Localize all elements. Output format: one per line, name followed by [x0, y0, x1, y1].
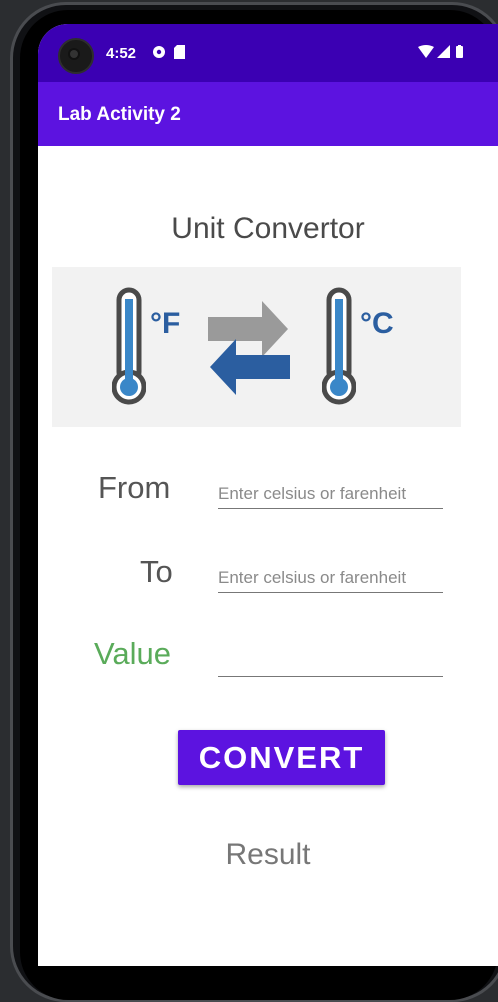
to-label: To — [140, 554, 173, 589]
from-label: From — [98, 470, 171, 505]
app-bar: Lab Activity 2 — [38, 82, 498, 146]
from-input[interactable]: Enter celsius or farenheit — [218, 474, 443, 509]
front-camera — [58, 38, 94, 74]
value-input[interactable] — [218, 642, 443, 677]
celsius-label: °C — [360, 307, 394, 340]
wifi-icon — [418, 45, 434, 61]
thermometer-icon — [112, 287, 146, 405]
to-input[interactable]: Enter celsius or farenheit — [218, 558, 443, 593]
page-heading: Unit Convertor — [171, 212, 365, 245]
result-text: Result — [225, 838, 311, 871]
signal-icon — [437, 45, 450, 61]
battery-icon — [456, 45, 463, 61]
swap-arrows-icon — [208, 301, 290, 395]
to-input-placeholder: Enter celsius or farenheit — [218, 568, 407, 587]
app-screen: 4:52 Lab Activity 2 Unit Convertor °F °C… — [38, 24, 498, 966]
value-label: Value — [94, 636, 171, 671]
converter-banner-image: °F °C — [52, 267, 461, 427]
status-time: 4:52 — [106, 45, 137, 62]
sd-card-icon — [174, 45, 185, 62]
convert-button[interactable]: CONVERT — [178, 730, 385, 785]
status-bar: 4:52 — [38, 24, 498, 82]
thermometer-icon — [322, 287, 356, 405]
from-input-placeholder: Enter celsius or farenheit — [218, 484, 407, 503]
fahrenheit-label: °F — [150, 307, 181, 340]
pinwheel-icon — [152, 45, 166, 62]
app-title: Lab Activity 2 — [58, 104, 181, 125]
